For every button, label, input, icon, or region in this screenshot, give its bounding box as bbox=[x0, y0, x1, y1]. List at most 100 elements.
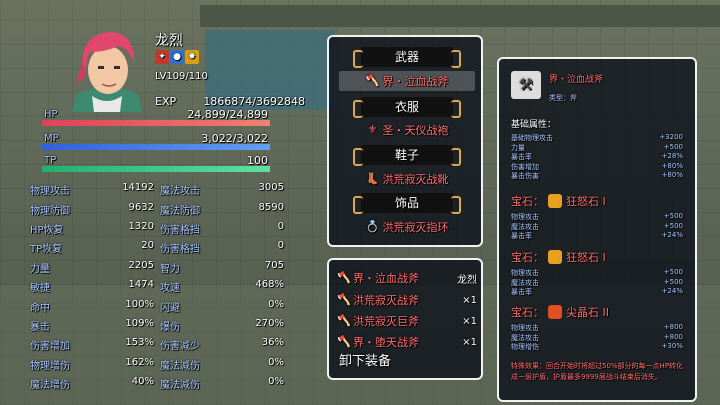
param-row: 魔法增伤 40% 魔法减伤 0% bbox=[30, 374, 290, 393]
slot-armor[interactable]: ⚜ 圣・天仪战袍 bbox=[339, 120, 475, 140]
candidate-item[interactable]: 🪓 界・堕天战斧 ×1 bbox=[337, 332, 477, 352]
gem-header: 宝石： 狂怒石 I bbox=[511, 249, 606, 265]
gem-attributes: 物理攻击 +800 魔法攻击 +800 物理增伤 +30% bbox=[511, 323, 683, 352]
slot-accessory-label: 饰品 bbox=[353, 193, 461, 214]
param-row: 物理增伤 162% 魔法减伤 0% bbox=[30, 355, 290, 374]
attr-name: 物理增伤 bbox=[511, 343, 539, 351]
attr-value: +30% bbox=[661, 342, 683, 350]
slot-accessory-item: 洪荒寂灭指环 bbox=[382, 221, 449, 234]
param-value: 153% bbox=[125, 337, 154, 349]
unequip-button[interactable]: 卸下装备 bbox=[339, 350, 391, 369]
param-value: 468% bbox=[255, 279, 284, 291]
param-name: 物理增伤 bbox=[30, 360, 70, 372]
param-value: 0 bbox=[277, 220, 284, 232]
actor-portrait bbox=[62, 22, 152, 112]
attr-name: 魔法攻击 bbox=[511, 333, 539, 342]
slot-armor-label: 衣服 bbox=[353, 97, 461, 118]
param-name: 伤害格挡 bbox=[160, 244, 200, 256]
gem-name: 狂怒石 I bbox=[566, 251, 606, 264]
attr-value: +500 bbox=[663, 142, 683, 151]
actor-level: LV109/110 bbox=[155, 71, 208, 82]
gem-attribute-line: 暴击率 +24% bbox=[511, 287, 683, 297]
param-value: 14192 bbox=[122, 182, 154, 194]
candidate-qty: ×1 bbox=[462, 294, 477, 306]
boots-icon: 👢 bbox=[365, 172, 380, 185]
attr-value: +800 bbox=[663, 323, 683, 331]
slot-weapon[interactable]: 🪓 界・泣血战斧 bbox=[339, 71, 475, 91]
param-name: 闪避 bbox=[160, 302, 180, 314]
attr-name: 暴击伤害 bbox=[511, 172, 539, 180]
base-attribute-line: 伤害增加 +80% bbox=[511, 162, 683, 172]
gem-icon bbox=[548, 250, 562, 264]
slot-shoes-label: 鞋子 bbox=[353, 145, 461, 166]
attr-name: 伤害增加 bbox=[511, 162, 539, 171]
param-name: 物理攻击 bbox=[30, 186, 70, 198]
tp-label: TP bbox=[44, 155, 57, 166]
mp-label: MP bbox=[44, 133, 59, 144]
param-row: 敏捷 1474 攻速 468% bbox=[30, 277, 290, 296]
hp-label: HP bbox=[44, 109, 58, 120]
param-row: 物理防御 9632 魔法防御 8590 bbox=[30, 199, 290, 218]
ring-icon: 💍 bbox=[365, 220, 380, 233]
axe-icon: 🪓 bbox=[337, 293, 351, 306]
param-name: 智力 bbox=[160, 263, 180, 275]
item-detail-window: ⚒ 界・泣血战斧 类型：斧 基础属性： 基础物理攻击 +3200 力量 +500 暴击率… bbox=[497, 57, 697, 402]
param-value: 1474 bbox=[128, 279, 154, 291]
gem-header: 宝石： 狂怒石 I bbox=[511, 193, 606, 209]
param-name: 爆伤 bbox=[160, 321, 180, 333]
param-row: TP恢复 20 伤害格挡 0 bbox=[30, 238, 290, 257]
hp-gauge: HP 24,899/24,899 bbox=[42, 108, 270, 126]
item-detail-name: 界・泣血战斧 bbox=[549, 75, 604, 85]
param-name: 命中 bbox=[30, 302, 50, 314]
gem-attributes: 物理攻击 +500 魔法攻击 +500 暴击率 +24% bbox=[511, 212, 683, 241]
axe-icon: 🪓 bbox=[337, 335, 351, 348]
param-name: 魔法减伤 bbox=[160, 360, 200, 372]
param-value: 270% bbox=[255, 317, 284, 329]
gem-icon bbox=[548, 305, 562, 319]
slot-accessory[interactable]: 💍 洪荒寂灭指环 bbox=[339, 217, 475, 237]
attr-value: +24% bbox=[661, 231, 683, 239]
candidate-item[interactable]: 🪓 界・泣血战斧 龙烈 bbox=[337, 268, 477, 288]
param-name: 伤害增加 bbox=[30, 341, 70, 353]
param-value: 100% bbox=[125, 298, 154, 310]
param-value: 2205 bbox=[128, 259, 154, 271]
gem-icon bbox=[548, 194, 562, 208]
attr-value: +24% bbox=[661, 287, 683, 295]
param-value: 36% bbox=[261, 337, 284, 349]
attr-name: 基础物理攻击 bbox=[511, 134, 553, 142]
mp-value: 3,022/3,022 bbox=[201, 132, 268, 145]
gem-label: 宝石： bbox=[511, 251, 544, 264]
attr-value: +3200 bbox=[659, 133, 683, 141]
attr-name: 物理攻击 bbox=[511, 269, 539, 277]
candidate-name: 洪荒寂灭战斧 bbox=[353, 294, 419, 307]
candidate-item[interactable]: 🪓 洪荒寂灭战斧 ×1 bbox=[337, 290, 477, 310]
gem-attribute-line: 魔法攻击 +800 bbox=[511, 333, 683, 343]
attr-name: 魔法攻击 bbox=[511, 278, 539, 287]
param-name: 魔法攻击 bbox=[160, 186, 200, 198]
param-value: 0% bbox=[268, 298, 284, 310]
param-name: TP恢复 bbox=[30, 244, 63, 256]
param-name: 攻速 bbox=[160, 283, 180, 295]
attr-name: 暴击率 bbox=[511, 153, 532, 161]
param-value: 9632 bbox=[128, 201, 154, 213]
candidate-name: 界・泣血战斧 bbox=[353, 272, 419, 285]
param-value: 1320 bbox=[128, 220, 154, 232]
equip-candidate-list: 🪓 界・泣血战斧 龙烈 🪓 洪荒寂灭战斧 ×1 🪓 洪荒寂灭巨斧 ×1 🪓 界・堕天战斧… bbox=[327, 258, 483, 380]
candidate-item[interactable]: 🪓 洪荒寂灭巨斧 ×1 bbox=[337, 311, 477, 331]
base-attribute-line: 暴击伤害 +80% bbox=[511, 171, 683, 181]
gem-attribute-line: 暴击率 +24% bbox=[511, 231, 683, 241]
candidate-owner: 龙烈 bbox=[457, 274, 477, 286]
param-row: 暴击 109% 爆伤 270% bbox=[30, 316, 290, 335]
param-name: 魔法增伤 bbox=[30, 380, 70, 392]
gem-attribute-line: 物理增伤 +30% bbox=[511, 342, 683, 352]
slot-shoes[interactable]: 👢 洪荒寂灭战靴 bbox=[339, 169, 475, 189]
attr-name: 力量 bbox=[511, 143, 525, 152]
mp-gauge: MP 3,022/3,022 bbox=[42, 132, 270, 150]
gem-label: 宝石： bbox=[511, 306, 544, 319]
param-row: 命中 100% 闪避 0% bbox=[30, 296, 290, 315]
tp-fill bbox=[42, 166, 270, 172]
candidate-name: 界・堕天战斧 bbox=[353, 336, 419, 349]
attr-value: +800 bbox=[663, 332, 683, 341]
param-row: 伤害增加 153% 伤害减少 36% bbox=[30, 335, 290, 354]
param-name: 暴击 bbox=[30, 321, 50, 333]
